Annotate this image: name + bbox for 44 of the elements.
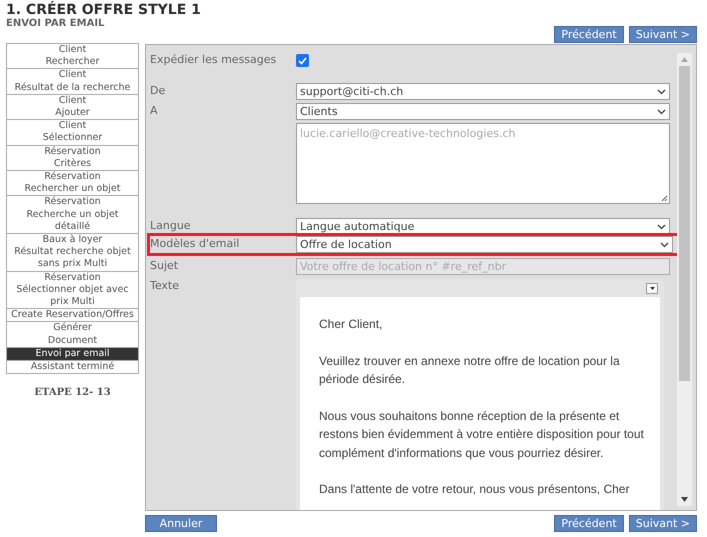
dropdown[interactable]: Offre de location [296,236,673,253]
step-item[interactable]: Client Sélectionner [6,119,139,146]
paragraph: Nous vous souhaitons bonne réception de la présente et restons bien évidemment à votre entière disposition pour tout complément d'informations que vous pourriez désirer. [319,408,645,462]
step-item[interactable]: Client Résultat de la recherche [6,68,139,95]
checkbox[interactable] [296,54,309,67]
field-label: Sujet [150,258,180,273]
step-item[interactable]: Client Ajouter [6,94,139,120]
chevron-down-icon [657,224,666,230]
field-label: A [150,103,159,118]
chevron-down-icon [657,88,666,94]
field-label: Modèles d'email [150,236,240,251]
step-item[interactable]: Client Rechercher [6,43,139,70]
nav-button[interactable]: Suivant > [628,515,697,532]
step-item[interactable]: Baux à loyer Résultat recherche objet sans prix Multi [6,233,139,272]
nav-button[interactable]: Précédent [554,515,624,532]
step-item[interactable]: Assistant terminé [6,360,139,374]
field-label: Texte [150,278,180,293]
dropdown[interactable]: Clients [296,103,670,120]
field-label: Expédier les messages [150,52,278,67]
page-subtitle: ENVOI PAR EMAIL [6,18,106,29]
nav-button[interactable]: Suivant > [628,26,697,43]
page-title: 1. CRÉER OFFRE STYLE 1 [6,2,202,18]
cancel-button[interactable]: Annuler [145,515,217,532]
scroll-down-icon[interactable] [681,497,688,502]
step-item[interactable]: Réservation Recherche un objet détaillé [6,195,139,234]
field-label: Langue [150,218,192,233]
chevron-down-icon [660,242,669,248]
step-item[interactable]: Réservation Rechercher un objet [6,170,139,196]
paragraph: Cher Client, [319,316,384,333]
step-item[interactable]: Générer Document [6,321,139,348]
scrollbar[interactable] [677,53,692,506]
step-item[interactable]: Réservation Sélectionner objet avec prix Multi [6,270,139,310]
field-label: De [150,83,166,98]
nav-button[interactable]: Précédent [554,26,624,43]
paragraph: Dans l'attente de votre retour, nous vous présentons, Cher [319,481,630,498]
resize-grip-icon[interactable] [661,195,668,202]
dropdown[interactable]: support@citi-ch.ch [296,83,670,100]
step-item[interactable]: Create Reservation/Offres [6,308,139,322]
step-counter: ETAPE 12- 13 [33,387,112,398]
dropdown-icon[interactable] [646,282,658,294]
step-item[interactable]: Réservation Critères [6,144,139,172]
text-editor[interactable] [296,279,664,510]
chevron-down-icon [657,108,666,114]
paragraph: Veuillez trouver en annexe notre offre de location pour la période désirée. [319,352,621,388]
